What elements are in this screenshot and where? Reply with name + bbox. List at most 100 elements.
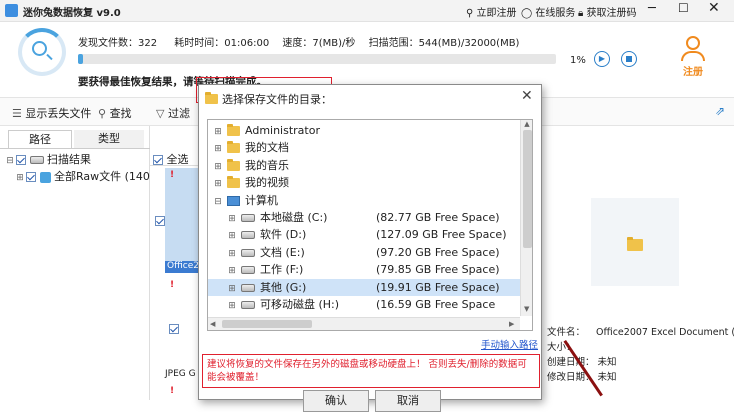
raw-files-icon [39,171,51,183]
free-space-label: (127.09 GB Free Space) [376,228,507,242]
found-value: 322 [138,38,158,49]
scan-progress-bar [78,54,556,64]
free-space-label: (82.77 GB Free Space) [376,211,500,224]
preview-folder-icon [627,237,643,251]
file-label-1: Office20 [165,261,201,273]
online-service-link[interactable]: ◯ 在线服务 [521,4,575,19]
tree-item[interactable]: ⊞ 我的音乐 [208,157,520,174]
folder-icon [227,141,240,154]
file-label-2: JPEG G [165,369,196,379]
free-space-label: (16.59 GB Free Space [376,298,496,311]
tree-item[interactable]: ⊞ Administrator [208,122,520,139]
tree-item-label: 本地磁盘 (C:) [260,211,328,224]
resume-button[interactable]: ▶ [594,51,610,67]
dialog-title: 选择保存文件的目录： [222,93,332,106]
drive-icon [241,283,255,292]
hscroll-thumb[interactable] [222,320,312,328]
tree-child[interactable]: ⊞ 全部Raw文件 (140) [14,168,154,184]
export-icon[interactable]: ⇗ [715,104,725,118]
stop-button[interactable] [621,51,637,67]
info-value: Office2007 Excel Document (26) [596,327,734,338]
free-space-label: (79.85 GB Free Space) [376,263,500,277]
warn-mark: ! [170,280,175,290]
tree-item[interactable]: ⊞ 其他 (G:) (19.91 GB Free Space) [208,278,520,296]
get-code-label: 获取注册码 [586,8,637,19]
search-icon: ⚲ [98,107,107,120]
time-value: 01:06:00 [224,38,270,49]
tree-item[interactable]: ⊞ 我的视频 [208,174,520,191]
vertical-scrollbar[interactable]: ▲ ▼ [520,120,532,316]
show-lost-files-button[interactable]: ☰ 显示丢失文件 [12,105,91,121]
tree-item-label: 我的音乐 [245,158,289,172]
file-checkbox-2[interactable] [168,324,179,334]
online-service-label: 在线服务 [535,8,576,19]
expand-icon[interactable]: ⊞ [226,298,238,315]
file-checkbox-1[interactable] [155,216,165,226]
tree-item-label: 文档 (E:) [260,245,305,259]
range-label: 扫描范围： [368,38,419,49]
close-button[interactable]: ✕ [708,0,720,16]
info-value: 未知 [597,372,617,383]
show-lost-label: 显示丢失文件 [25,107,92,120]
drive-icon [241,248,255,257]
computer-icon [227,195,240,206]
ok-button[interactable]: 确认 [303,390,369,412]
scroll-thumb[interactable] [522,130,532,248]
tree-item-label: 可移动磁盘 (H:) [260,298,340,311]
tree-item-label: 我的视频 [245,176,289,190]
cancel-button[interactable]: 取消 [375,390,441,412]
root-checkbox[interactable] [16,155,26,165]
scan-spinner-icon [18,28,66,76]
file-thumb-selected[interactable] [165,168,201,272]
time-label: 耗时时间： [174,38,225,49]
minimize-button[interactable]: ─ [648,1,656,16]
tab-type[interactable]: 类型 [74,130,144,148]
scan-progress-fill [78,54,83,64]
left-pane: 路径 类型 ⊟ 扫描结果 ⊞ 全部Raw文件 (140) [0,126,154,400]
register-now-label: 立即注册 [476,8,517,19]
dialog-folder-icon [205,92,218,104]
filter-button[interactable]: ▽ 过滤 [156,105,190,121]
drive-icon [241,231,255,240]
tree-item[interactable]: ⊞ 工作 (F:) (79.85 GB Free Space) [208,261,520,278]
maximize-button[interactable]: ☐ [678,1,689,15]
app-logo-icon [5,4,18,17]
info-key: 文件名： [547,327,586,338]
manual-path-link[interactable]: 手动输入路径 [481,337,538,351]
user-icon [686,36,700,50]
tree-item[interactable]: ⊞ 本地磁盘 (C:) (82.77 GB Free Space) [208,209,520,226]
free-space-label: (97.20 GB Free Space) [376,245,500,259]
tree-item[interactable]: ⊞ 可移动磁盘 (H:) (16.59 GB Free Space [208,296,520,313]
child-checkbox[interactable] [26,172,36,182]
warn-mark: ! [170,170,175,180]
tree-item[interactable]: ⊞ 软件 (D:) (127.09 GB Free Space) [208,226,520,243]
register-now-link[interactable]: ⚲ 立即注册 [466,4,517,19]
register-button[interactable]: 注册 [676,36,710,78]
warn-mark: ! [170,386,175,396]
filter-icon: ▽ [156,107,165,120]
horizontal-scrollbar[interactable]: ◀ ▶ [208,317,520,330]
tab-path[interactable]: 路径 [8,130,72,148]
register-label: 注册 [683,67,703,78]
tree-item[interactable]: ⊞ 文档 (E:) (97.20 GB Free Space) [208,244,520,261]
get-code-link[interactable]: 🔒︎ 获取注册码 [578,4,637,19]
drive-icon [241,266,255,275]
search-button[interactable]: ⚲ 查找 [98,105,132,121]
drive-icon [241,214,255,222]
tree-item-label: 计算机 [245,193,278,207]
speed-value: 7(MB)/秒 [312,38,356,49]
tree-item[interactable]: ⊞ 我的文档 [208,139,520,156]
speed-label: 速度： [282,38,313,49]
dialog-close-button[interactable]: ✕ [521,88,533,104]
free-space-label: (19.91 GB Free Space) [376,280,500,294]
preview-box [591,198,679,286]
select-all-checkbox[interactable] [153,155,163,165]
warning-box: 建议将恢复的文件保存在另外的磁盘或移动硬盘上！ 否则丢失/删除的数据可能会被覆盖… [202,354,540,388]
range-value: 544(MB)/32000(MB) [418,38,520,49]
filter-label: 过滤 [167,107,190,120]
tree-root[interactable]: ⊟ 扫描结果 [4,151,91,167]
folder-tree[interactable]: ⊞ Administrator ⊞ 我的文档 ⊞ 我的音乐 ⊞ 我的视频 ⊟ 计算机 ⊞ 本地磁盘 (… [207,119,533,331]
select-all[interactable]: 全选 [153,151,189,167]
tree-item[interactable]: ⊟ 计算机 [208,192,520,209]
save-dialog: 选择保存文件的目录： ✕ ⊞ Administrator ⊞ 我的文档 ⊞ 我的音乐 ⊞ 我的… [198,84,542,412]
